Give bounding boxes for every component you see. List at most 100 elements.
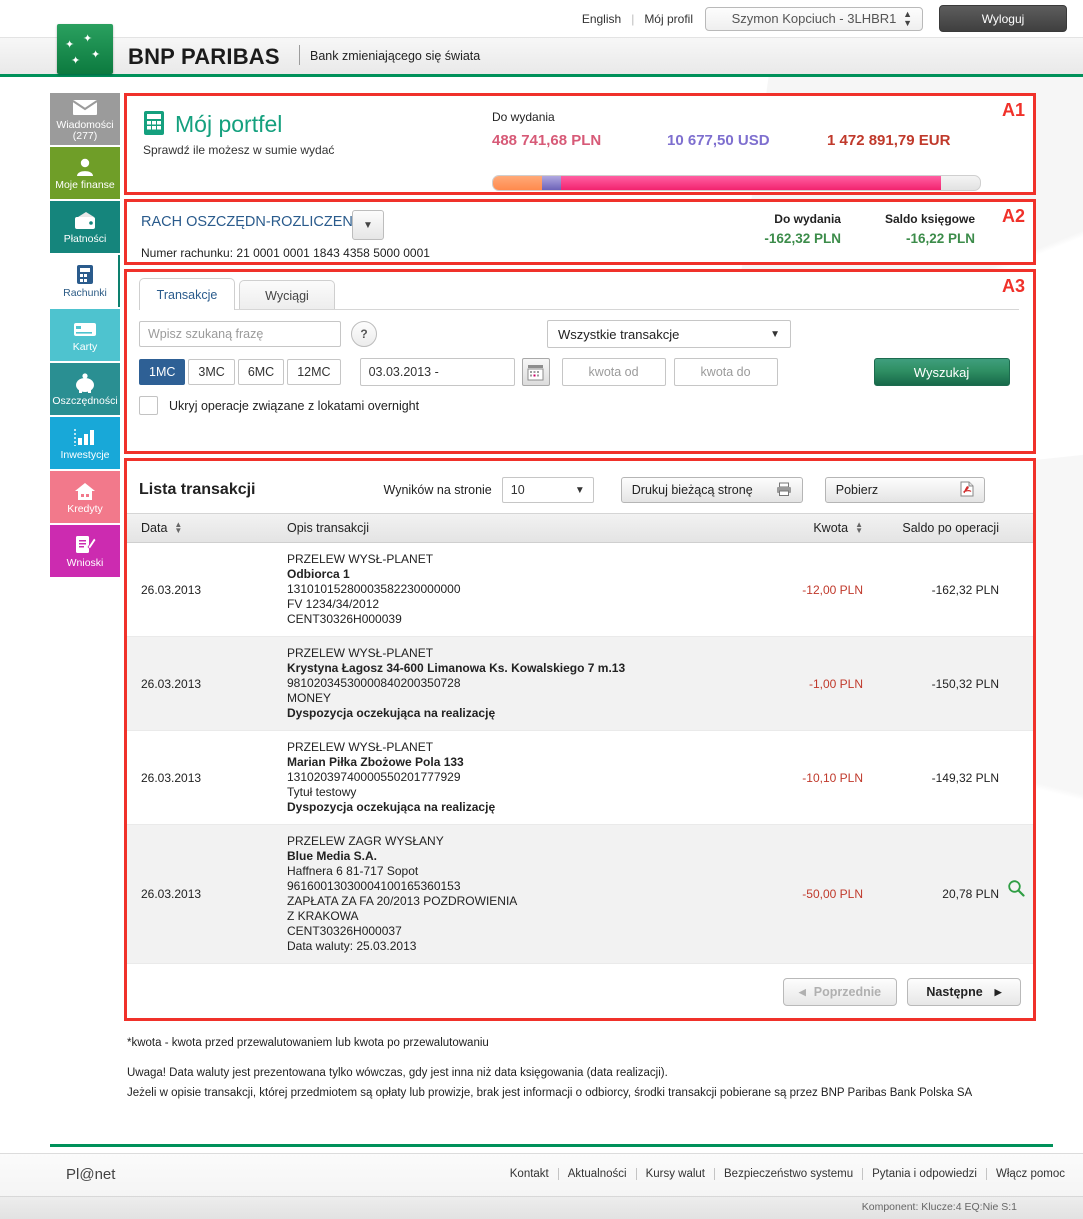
account-balances: Do wydania -162,32 PLN Saldo księgowe -1… <box>720 212 975 246</box>
account-name[interactable]: RACH OSZCZĘDN-ROZLICZEN <box>141 214 353 230</box>
cell-description: PRZELEW WYSŁ-PLANET Marian Piłka Zbożowe… <box>287 740 703 815</box>
cell-description: PRZELEW ZAGR WYSŁANY Blue Media S.A. Haf… <box>287 834 703 954</box>
cell-description: PRZELEW WYSŁ-PLANET Krystyna Łagosz 34-6… <box>287 646 703 721</box>
filters-row-1: ? Wszystkie transakcje ▼ <box>139 320 1021 348</box>
sidebar-item-inwestycje[interactable]: Inwestycje <box>50 417 120 469</box>
tab-transakcje[interactable]: Transakcje <box>139 278 235 310</box>
footer-links: Kontakt Aktualności Kursy walut Bezpiecz… <box>501 1168 1065 1180</box>
cell-amount: -1,00 PLN <box>808 676 863 691</box>
balance-booked: Saldo księgowe -16,22 PLN <box>885 212 975 246</box>
user-account-select[interactable]: Szymon Kopciuch - 3LHBR1 ▲ ▼ <box>705 6 923 31</box>
sidebar-nav: Wiadomości (277) Moje finanse Płatności <box>50 93 120 579</box>
portfolio-amount-eur: 1 472 891,79 EUR <box>827 132 951 149</box>
tab-underline <box>139 309 1019 310</box>
desc-line: Dyspozycja oczekująca na realizację <box>287 706 496 720</box>
transaction-type-value: Wszystkie transakcje <box>558 326 680 342</box>
period-1mc-button[interactable]: 1MC <box>139 359 186 385</box>
footer-link-kontakt[interactable]: Kontakt <box>501 1168 559 1180</box>
column-header-date[interactable]: Data ▲ ▼ <box>127 521 287 536</box>
account-dropdown-button[interactable]: ▼ <box>352 210 384 240</box>
panel-badge-a2: A2 <box>1001 206 1025 226</box>
desc-line: 13101015280003582230000000 <box>287 582 461 596</box>
arrow-right-icon: ▶ <box>994 986 1002 997</box>
sidebar-item-moje-finanse[interactable]: Moje finanse <box>50 147 120 199</box>
cell-balance: 20,78 PLN <box>863 880 1033 901</box>
amount-to-input[interactable] <box>673 358 778 386</box>
desc-line: Krystyna Łagosz 34-600 Limanowa Ks. Kowa… <box>287 661 626 675</box>
column-header-amount[interactable]: Kwota ▲ ▼ <box>703 521 863 536</box>
status-bar: Komponent: Klucze:4 EQ:Nie S:1 <box>0 1196 1083 1219</box>
amount-from-input[interactable] <box>561 358 666 386</box>
footer-link-pytania[interactable]: Pytania i odpowiedzi <box>863 1168 987 1180</box>
footer-link-pomoc[interactable]: Włącz pomoc <box>987 1168 1065 1180</box>
sidebar-item-kredyty[interactable]: Kredyty <box>50 471 120 523</box>
period-3mc-button[interactable]: 3MC <box>188 359 235 385</box>
print-page-button[interactable]: Drukuj bieżącą stronę <box>620 477 803 503</box>
house-icon <box>73 480 97 502</box>
balance-available: Do wydania -162,32 PLN <box>764 212 841 246</box>
date-range-input[interactable] <box>359 358 515 386</box>
sidebar-item-oszczednosci[interactable]: Oszczędności <box>50 363 120 415</box>
sidebar-item-rachunki[interactable]: Rachunki <box>50 255 120 307</box>
transaction-type-select[interactable]: Wszystkie transakcje ▼ <box>547 320 791 348</box>
cell-amount: -50,00 PLN <box>802 887 863 901</box>
footer-link-aktualnosci[interactable]: Aktualności <box>559 1168 637 1180</box>
calendar-icon[interactable] <box>521 358 550 386</box>
cell-date: 26.03.2013 <box>141 770 202 785</box>
transactions-panel: Lista transakcji Wyników na stronie 10 ▼… <box>124 458 1036 1021</box>
my-profile-link[interactable]: Mój profil <box>644 12 693 26</box>
language-link[interactable]: English <box>582 12 621 26</box>
sidebar-item-wnioski[interactable]: Wnioski <box>50 525 120 577</box>
table-row[interactable]: 26.03.2013 PRZELEW WYSŁ-PLANET Odbiorca … <box>127 543 1033 637</box>
period-6mc-button[interactable]: 6MC <box>237 359 285 385</box>
filters-form: ? Wszystkie transakcje ▼ 1MC 3MC 6MC 12M… <box>139 320 1021 415</box>
period-12mc-button[interactable]: 12MC <box>287 359 341 385</box>
desc-line: CENT30326H000039 <box>287 612 402 626</box>
desc-line: 96160013030004100165360153 <box>287 879 461 893</box>
arrow-left-icon: ◀ <box>798 986 806 997</box>
desc-line: Dyspozycja oczekująca na realizację <box>287 800 496 814</box>
tab-wyciagi[interactable]: Wyciągi <box>239 280 335 310</box>
top-utility-bar: English | Mój profil Szymon Kopciuch - 3… <box>0 0 1083 38</box>
previous-page-button[interactable]: ◀ Poprzednie <box>783 978 897 1006</box>
sidebar-item-karty[interactable]: Karty <box>50 309 120 361</box>
user-account-label: Szymon Kopciuch - 3LHBR1 <box>731 11 897 26</box>
logout-button[interactable]: Wyloguj <box>939 5 1067 32</box>
desc-line: Odbiorca 1 <box>287 567 350 581</box>
download-button[interactable]: Pobierz <box>824 477 985 503</box>
footer-link-kursy-walut[interactable]: Kursy walut <box>637 1168 715 1180</box>
table-row[interactable]: 26.03.2013 PRZELEW WYSŁ-PLANET Marian Pi… <box>127 731 1033 825</box>
portfolio-available-label: Do wydania <box>492 110 555 124</box>
sidebar-label-wnioski: Wnioski <box>66 556 104 569</box>
search-input[interactable] <box>139 321 341 347</box>
desc-line: MONEY <box>287 691 332 705</box>
desc-line: 13102039740000550201777929 <box>287 770 461 784</box>
panel-badge-a1: A1 <box>1001 100 1025 120</box>
hide-overnight-row: Ukryj operacje związane z lokatami overn… <box>139 396 1021 415</box>
panel-badge-a3: A3 <box>1001 276 1025 296</box>
account-number-value: 21 0001 0001 1843 4358 5000 0001 <box>236 246 430 260</box>
sidebar-item-wiadomosci[interactable]: Wiadomości (277) <box>50 93 120 145</box>
table-row[interactable]: 26.03.2013 PRZELEW WYSŁ-PLANET Krystyna … <box>127 637 1033 731</box>
search-button[interactable]: Wyszukaj <box>873 358 1010 386</box>
hide-overnight-checkbox[interactable] <box>139 396 158 415</box>
cell-balance-value: 20,78 PLN <box>942 887 999 901</box>
tab-strip: Transakcje Wyciągi <box>139 278 335 310</box>
column-header-date-label: Data <box>141 521 168 535</box>
cell-balance: -149,32 PLN <box>931 770 999 785</box>
account-book-icon <box>76 264 94 286</box>
table-row[interactable]: 26.03.2013 PRZELEW ZAGR WYSŁANY Blue Med… <box>127 825 1033 964</box>
brand-claim: Bank zmieniającego się świata <box>310 49 481 63</box>
main-area: Wiadomości (277) Moje finanse Płatności <box>0 77 1083 1153</box>
results-per-page-select[interactable]: 10 ▼ <box>501 477 594 503</box>
help-icon[interactable]: ? <box>351 321 377 347</box>
updown-arrows-icon: ▲ ▼ <box>903 8 912 28</box>
footer-link-bezpieczenstwo[interactable]: Bezpieczeństwo systemu <box>715 1168 864 1180</box>
column-header-balance-label: Saldo po operacji <box>902 521 999 535</box>
progress-segment-usd <box>541 176 562 190</box>
next-page-button[interactable]: Następne ▶ <box>907 978 1021 1006</box>
filters-row-2: 1MC 3MC 6MC 12MC Wyszukaj <box>139 358 1021 386</box>
magnifier-icon[interactable] <box>1007 879 1025 900</box>
sidebar-item-platnosci[interactable]: Płatności <box>50 201 120 253</box>
logo-stars-icon: ✦ ✦ ✦ ✦ <box>65 33 101 67</box>
